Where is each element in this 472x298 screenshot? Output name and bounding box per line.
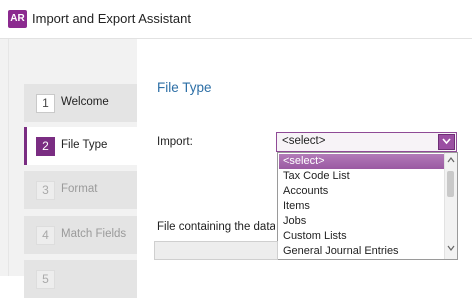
scroll-down-icon[interactable] (447, 245, 455, 251)
step-format: 3 Format (24, 171, 137, 209)
import-type-dropdown-list: <select> Tax Code List Accounts Items Jo… (277, 152, 458, 260)
app-logo-icon: AR (8, 10, 27, 28)
scroll-up-icon[interactable] (447, 157, 455, 163)
dropdown-option[interactable]: Accounts (279, 184, 445, 199)
dropdown-scrollbar[interactable] (444, 153, 457, 259)
step-number: 2 (36, 137, 55, 156)
dropdown-option[interactable]: Tax Code List (279, 169, 445, 184)
file-path-input[interactable] (154, 241, 278, 260)
dropdown-option[interactable]: Custom Lists (279, 229, 445, 244)
step-number: 4 (36, 226, 55, 245)
step-number: 1 (36, 94, 55, 113)
step-number: 3 (36, 181, 55, 200)
dropdown-option[interactable]: General Journal Entries (279, 244, 445, 259)
step-welcome[interactable]: 1 Welcome (24, 84, 137, 122)
step-five: 5 (24, 260, 137, 298)
dropdown-option[interactable]: Jobs (279, 214, 445, 229)
step-label: Match Fields (61, 228, 127, 240)
file-label: File containing the data y (157, 221, 275, 233)
dropdown-option[interactable]: <select> (279, 154, 445, 169)
import-label: Import: (157, 136, 193, 148)
title-bar: AR Import and Export Assistant (0, 0, 472, 39)
select-value: <select> (282, 135, 326, 147)
step-label: Format (61, 183, 98, 195)
dropdown-option[interactable]: Items (279, 199, 445, 214)
chevron-down-icon[interactable] (438, 134, 455, 150)
step-number: 5 (36, 270, 55, 289)
window-title: Import and Export Assistant (32, 11, 191, 26)
scroll-thumb[interactable] (447, 171, 454, 197)
step-label: Welcome (61, 96, 109, 108)
import-type-select[interactable]: <select> (276, 132, 457, 152)
step-file-type[interactable]: 2 File Type (24, 127, 137, 165)
step-label: File Type (61, 139, 108, 151)
page-title: File Type (157, 80, 212, 95)
step-match-fields: 4 Match Fields (24, 216, 137, 254)
